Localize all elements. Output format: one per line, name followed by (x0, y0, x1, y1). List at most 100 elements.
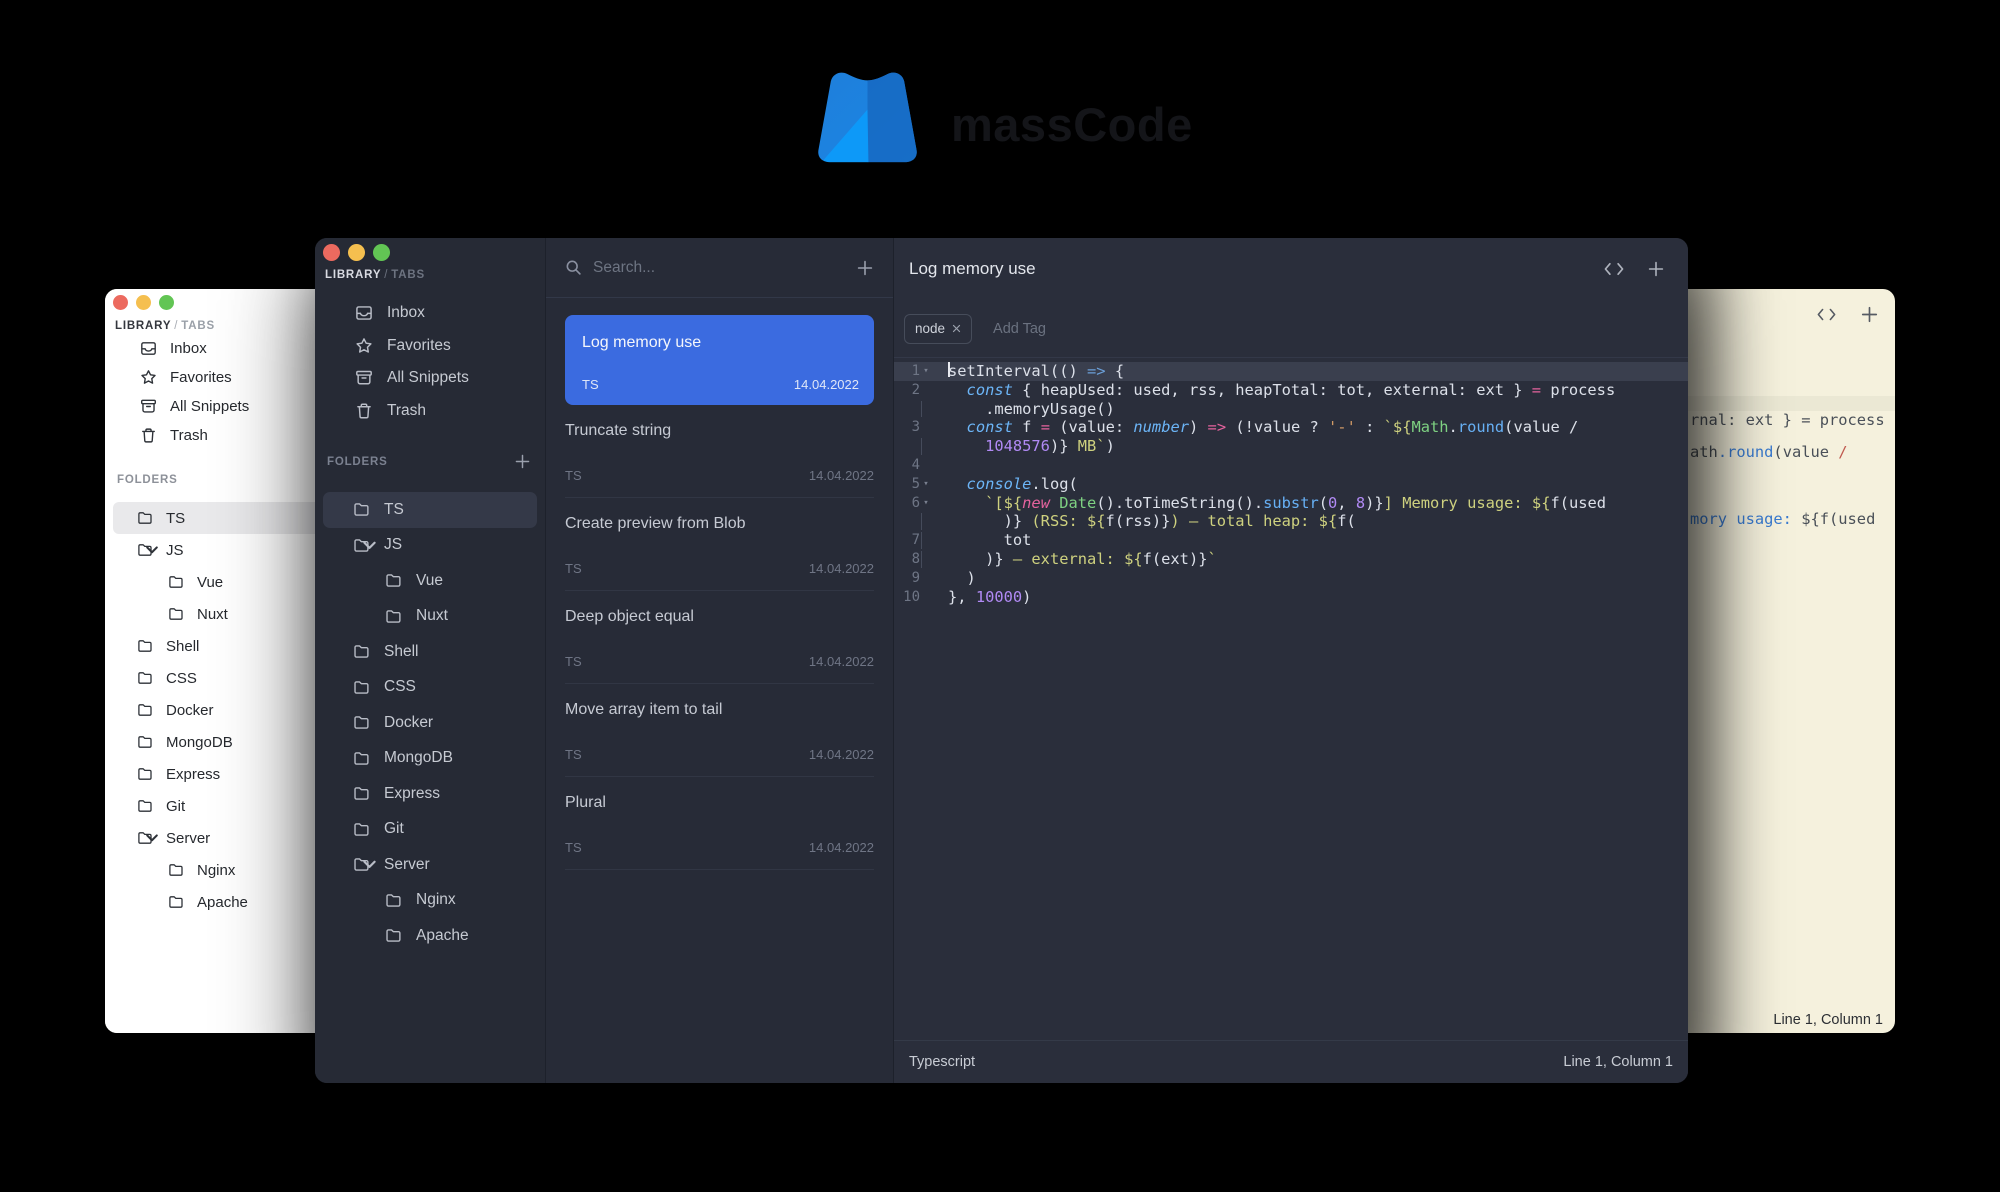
add-tag-input[interactable]: Add Tag (993, 321, 1046, 337)
folder-icon (168, 894, 184, 910)
folder-item-vue[interactable]: Vue (323, 563, 537, 599)
code-token: )} (1050, 437, 1078, 456)
breadcrumb-library[interactable]: LIBRARY (325, 269, 381, 281)
snippet-language-badge: TS (582, 377, 599, 392)
code-view-icon[interactable] (1817, 305, 1836, 324)
code-token: , (1337, 494, 1356, 513)
sidebar-item-all-snippets[interactable]: All Snippets (323, 362, 537, 395)
code-token: const (967, 418, 1013, 437)
fold-arrow-icon[interactable]: ▾ (920, 475, 932, 494)
code-token: 8 (1356, 494, 1365, 513)
close-icon[interactable] (952, 324, 961, 333)
code-token: (!value ? (1226, 418, 1328, 437)
add-fragment-button[interactable] (1646, 260, 1666, 278)
sidebar-item-label: Inbox (387, 304, 425, 322)
sidebar-item-favorites[interactable]: Favorites (323, 330, 537, 363)
snippet-item-meta: TS14.04.2022 (565, 654, 874, 669)
folder-label: Git (166, 798, 185, 815)
folder-label: CSS (166, 670, 197, 687)
snippet-language-badge: TS (565, 654, 582, 669)
trash-icon (140, 427, 157, 444)
folder-item-js[interactable]: JS (323, 528, 537, 564)
chevron-down-icon[interactable] (361, 856, 378, 873)
sidebar-item-trash[interactable]: Trash (323, 395, 537, 428)
folder-item-express[interactable]: Express (323, 776, 537, 812)
sidebar-item-label: Trash (387, 402, 426, 420)
code-token: f (1013, 418, 1041, 437)
code-token: (value: (1050, 418, 1133, 437)
code-token: .log( (1031, 475, 1077, 494)
folder-item-shell[interactable]: Shell (323, 634, 537, 670)
snippet-item-meta: TS14.04.2022 (565, 747, 874, 762)
code-line: 3 const f = (value: number) => (!value ?… (894, 418, 1688, 437)
folder-item-css[interactable]: CSS (323, 670, 537, 706)
new-snippet-button[interactable] (1860, 305, 1879, 324)
zoom-window-button[interactable] (159, 295, 174, 310)
code-line-wrap: .memoryUsage() (894, 400, 1688, 419)
code-token (948, 418, 967, 437)
folder-item-mongodb[interactable]: MongoDB (323, 741, 537, 777)
folder-item-git[interactable]: Git (323, 812, 537, 848)
folder-item-docker[interactable]: Docker (323, 705, 537, 741)
folder-item-nuxt[interactable]: Nuxt (323, 599, 537, 635)
breadcrumb-tabs[interactable]: TABS (391, 269, 425, 281)
code-fragment: rnal: ext } = process (1690, 411, 1885, 429)
snippet-list-item[interactable]: Truncate stringTS14.04.2022 (565, 405, 874, 498)
minimize-window-button[interactable] (136, 295, 151, 310)
code-line: 1▾setInterval(() => { (894, 362, 1688, 381)
snippet-list-item[interactable]: Create preview from Blob TS 14.04.2022 (565, 498, 874, 591)
snippet-item-title: Truncate string (565, 422, 671, 440)
snippet-list-item[interactable]: Move array item to tailTS14.04.2022 (565, 684, 874, 777)
code-token: (RSS: ${ (1022, 512, 1105, 531)
folder-item-nginx[interactable]: Nginx (323, 883, 537, 919)
snippet-item-title: Create preview from Blob (565, 515, 746, 533)
chevron-down-icon[interactable] (144, 830, 160, 846)
folders-heading: FOLDERS (115, 474, 178, 486)
chevron-down-icon[interactable] (144, 542, 160, 558)
fold-arrow-icon[interactable]: ▾ (920, 362, 932, 381)
line-number: 5 (894, 475, 920, 494)
detail-header: Log memory use (894, 238, 1688, 300)
sidebar-item-inbox[interactable]: Inbox (323, 297, 537, 330)
search-input[interactable] (591, 258, 837, 278)
zoom-window-button[interactable] (373, 244, 390, 261)
folder-label: Apache (197, 894, 248, 911)
code-token: )} (948, 512, 1022, 531)
tag-chip[interactable]: node (904, 314, 972, 344)
new-snippet-button[interactable] (856, 259, 874, 277)
snippets-icon (355, 369, 373, 387)
folders-heading: FOLDERS (325, 456, 388, 468)
add-folder-button[interactable] (514, 453, 531, 470)
folder-item-apache[interactable]: Apache (323, 918, 537, 954)
chevron-down-icon[interactable] (361, 537, 378, 554)
breadcrumb-library[interactable]: LIBRARY (115, 320, 171, 332)
code-token: => (1087, 362, 1106, 381)
minimize-window-button[interactable] (348, 244, 365, 261)
folder-item-ts[interactable]: TS (323, 492, 537, 528)
snippet-date: 14.04.2022 (809, 840, 874, 855)
breadcrumb-tabs[interactable]: TABS (181, 320, 215, 332)
folder-label: Express (166, 766, 220, 783)
snippet-list-item[interactable]: PluralTS14.04.2022 (565, 777, 874, 870)
snippet-detail-panel: Log memory use node Add Tag 1▾setInterva… (894, 238, 1688, 1083)
snippet-item-title: Deep object equal (565, 608, 694, 626)
folder-icon (353, 643, 370, 660)
code-line: 7 tot (894, 531, 1688, 550)
code-token: )} (1365, 494, 1384, 513)
close-window-button[interactable] (113, 295, 128, 310)
close-window-button[interactable] (323, 244, 340, 261)
snippet-language-badge: TS (565, 561, 582, 576)
snippet-date: 14.04.2022 (809, 561, 874, 576)
fold-arrow-icon[interactable]: ▾ (920, 494, 932, 513)
code-line: 4 (894, 456, 1688, 475)
code-editor[interactable]: 1▾setInterval(() => {2 const { heapUsed:… (894, 358, 1688, 1040)
snippet-item-meta: TS14.04.2022 (565, 840, 874, 855)
snippet-list-item-selected[interactable]: Log memory useTS14.04.2022 (565, 315, 874, 405)
code-token: f( (1337, 512, 1356, 531)
code-view-icon[interactable] (1604, 260, 1624, 278)
folder-item-server[interactable]: Server (323, 847, 537, 883)
folder-label: MongoDB (166, 734, 233, 751)
snippet-list-item[interactable]: Deep object equal TS14.04.2022 (565, 591, 874, 684)
folder-label: Shell (384, 643, 418, 661)
language-label[interactable]: Typescript (909, 1054, 975, 1070)
